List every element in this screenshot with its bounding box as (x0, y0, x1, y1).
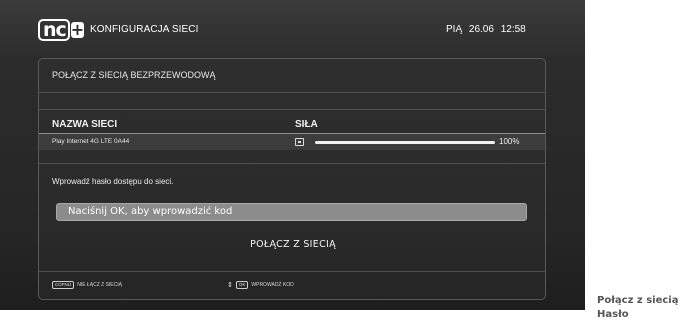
divider (39, 109, 545, 110)
password-input[interactable]: Naciśnij OK, aby wprowadzić kod (56, 203, 527, 221)
logo-plus: + (70, 20, 85, 39)
divider (39, 163, 545, 164)
back-key-icon: COFNIJ (52, 281, 75, 289)
side-caption: Połącz z siecią Hasło (597, 294, 700, 322)
date-time: PIĄ 26.06 12:58 (446, 24, 526, 35)
signal-strength-bar (315, 141, 495, 144)
panel-title: POŁĄCZ Z SIECIĄ BEZPRZEWODOWĄ (52, 70, 216, 80)
divider (39, 92, 545, 93)
connect-button[interactable]: POŁĄCZ Z SIECIĄ (226, 235, 360, 255)
key-hints: COFNIJ NIE ŁĄCZ Z SIECIĄ ⇕ OK WPROWADŹ K… (39, 277, 545, 297)
password-prompt: Wprowadź hasło dostępu do sieci. (52, 177, 174, 186)
caption-line-2: Hasło (597, 309, 629, 320)
hint-back-label: NIE ŁĄCZ Z SIECIĄ (77, 282, 122, 288)
page-title: KONFIGURACJA SIECI (90, 24, 199, 35)
column-header-strength: SIŁA (295, 119, 318, 130)
ok-key-icon: OK (235, 281, 249, 289)
date-label: 26.06 (468, 24, 494, 35)
hint-ok: ⇕ OK WPROWADŹ KOD (227, 281, 294, 289)
signal-strength-fill (315, 141, 495, 144)
network-row[interactable]: Play Internet 4G LTE 0A44 100% (39, 133, 545, 150)
tv-screen: nc + KONFIGURACJA SIECI PIĄ 26.06 12:58 … (0, 0, 585, 310)
nc-plus-logo: nc + (38, 19, 85, 41)
wifi-connect-panel: POŁĄCZ Z SIECIĄ BEZPRZEWODOWĄ NAZWA SIEC… (38, 58, 546, 300)
logo-text: nc (38, 19, 70, 41)
day-label: PIĄ (446, 24, 463, 35)
up-down-arrows-icon: ⇕ (227, 281, 233, 289)
network-name: Play Internet 4G LTE 0A44 (52, 138, 130, 145)
lock-icon (295, 138, 304, 146)
column-header-name: NAZWA SIECI (52, 119, 118, 130)
signal-strength-value: 100% (499, 137, 520, 146)
hint-ok-label: WPROWADŹ KOD (251, 282, 294, 288)
caption-line-1: Połącz z siecią (597, 295, 679, 306)
time-label: 12:58 (500, 24, 526, 35)
hint-back: COFNIJ NIE ŁĄCZ Z SIECIĄ (52, 281, 122, 289)
top-bar: nc + KONFIGURACJA SIECI PIĄ 26.06 12:58 (0, 0, 585, 52)
divider (39, 271, 545, 272)
